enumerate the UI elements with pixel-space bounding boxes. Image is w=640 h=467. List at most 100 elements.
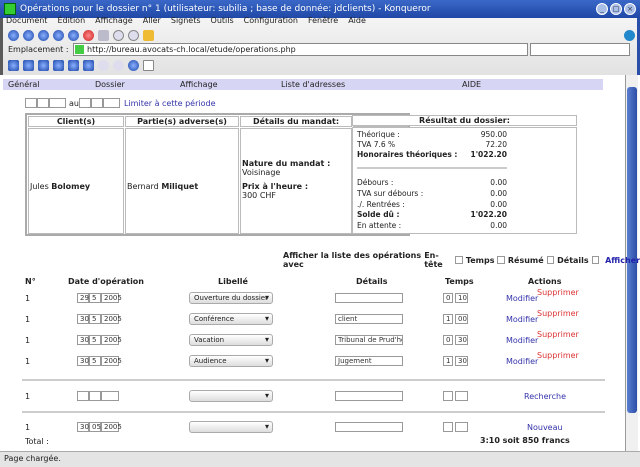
new-button[interactable]: Nouveau — [527, 423, 563, 432]
up-arrow-icon[interactable] — [23, 60, 34, 71]
first-page-icon[interactable] — [8, 60, 19, 71]
search-day-input[interactable] — [77, 391, 89, 401]
period-from-year[interactable] — [49, 98, 66, 108]
modify-link[interactable]: Modifier — [506, 336, 538, 345]
search-libelle-select[interactable] — [189, 390, 273, 402]
minutes-input[interactable]: 30 — [455, 335, 468, 345]
menu-aller[interactable]: Aller — [143, 16, 161, 25]
menu-signets[interactable]: Signets — [171, 16, 201, 25]
libelle-select[interactable]: Audience — [189, 355, 273, 367]
find-icon[interactable] — [98, 60, 109, 71]
maximize-button[interactable]: □ — [610, 3, 622, 15]
details-checkbox[interactable] — [591, 256, 600, 264]
rewind-icon[interactable] — [38, 60, 49, 71]
nav-general[interactable]: Général — [8, 79, 40, 90]
month-input[interactable]: 5 — [89, 335, 101, 345]
minimize-button[interactable]: _ — [596, 3, 608, 15]
menu-edition[interactable]: Édition — [57, 16, 85, 25]
print-icon[interactable] — [98, 30, 109, 41]
hours-input[interactable]: 1 — [443, 314, 453, 324]
delete-link[interactable]: Supprimer — [537, 309, 579, 318]
minutes-input[interactable]: 30 — [455, 356, 468, 366]
modify-link[interactable]: Modifier — [506, 357, 538, 366]
modify-link[interactable]: Modifier — [506, 294, 538, 303]
hours-input[interactable]: 0 — [443, 293, 453, 303]
stop-icon[interactable] — [83, 30, 94, 41]
close-button[interactable]: × — [624, 3, 636, 15]
next-icon[interactable] — [68, 60, 79, 71]
delete-link[interactable]: Supprimer — [537, 330, 579, 339]
details-input[interactable]: client — [335, 314, 403, 324]
new-libelle-select[interactable] — [189, 421, 273, 433]
libelle-select[interactable]: Vacation — [189, 334, 273, 346]
new-month-input[interactable]: 05 — [89, 422, 101, 432]
details-input[interactable] — [335, 293, 403, 303]
period-from-day[interactable] — [25, 98, 37, 108]
url-input[interactable]: http://bureau.avocats-ch.local/etude/ope… — [73, 43, 528, 56]
temps-checkbox[interactable] — [497, 256, 505, 264]
month-input[interactable]: 5 — [89, 356, 101, 366]
menu-outils[interactable]: Outils — [211, 16, 234, 25]
nav-affichage[interactable]: Affichage — [180, 79, 218, 90]
home-icon[interactable] — [53, 30, 64, 41]
details-input[interactable]: Jugement — [335, 356, 403, 366]
period-from-month[interactable] — [37, 98, 49, 108]
globe-icon[interactable] — [128, 60, 139, 71]
new-year-input[interactable]: 2005 — [101, 422, 122, 432]
zoom-in-icon[interactable] — [113, 30, 124, 41]
entete-checkbox[interactable] — [455, 256, 463, 264]
day-input[interactable]: 30 — [77, 356, 89, 366]
search-details-input[interactable] — [335, 391, 403, 401]
period-to-day[interactable] — [79, 98, 91, 108]
menu-document[interactable]: Document — [6, 16, 47, 25]
libelle-select[interactable]: Ouverture du dossier — [189, 292, 273, 304]
hours-input[interactable]: 1 — [443, 356, 453, 366]
resume-checkbox[interactable] — [546, 256, 555, 264]
period-to-year[interactable] — [103, 98, 120, 108]
menu-aide[interactable]: Aide — [348, 16, 366, 25]
afficher-button[interactable]: Afficher — [605, 256, 640, 265]
year-input[interactable]: 2005 — [101, 293, 122, 303]
search-hours-input[interactable] — [443, 391, 453, 401]
delete-link[interactable]: Supprimer — [537, 351, 579, 360]
minutes-input[interactable]: 10 — [455, 293, 468, 303]
modify-link[interactable]: Modifier — [506, 315, 538, 324]
document-icon[interactable] — [143, 60, 154, 71]
limit-period-link[interactable]: Limiter à cette période — [124, 99, 216, 108]
new-details-input[interactable] — [335, 422, 403, 432]
nav-liste-adresses[interactable]: Liste d'adresses — [281, 79, 345, 90]
nav-aide[interactable]: AIDE — [462, 79, 481, 90]
search-month-input[interactable] — [89, 391, 101, 401]
minutes-input[interactable]: 00 — [455, 314, 468, 324]
search-button[interactable]: Recherche — [524, 392, 566, 401]
libelle-select[interactable]: Conférence — [189, 313, 273, 325]
day-input[interactable]: 30 — [77, 314, 89, 324]
details-input[interactable]: Tribunal de Prud'homm — [335, 335, 403, 345]
new-minutes-input[interactable] — [455, 422, 468, 432]
forward-icon[interactable] — [23, 30, 34, 41]
year-input[interactable]: 2005 — [101, 314, 122, 324]
bookmark-icon[interactable] — [113, 60, 124, 71]
previous-icon[interactable] — [53, 60, 64, 71]
search-input[interactable] — [530, 43, 630, 56]
month-input[interactable]: 5 — [89, 293, 101, 303]
delete-link[interactable]: Supprimer — [537, 288, 579, 297]
menu-fenetre[interactable]: Fenêtre — [308, 16, 338, 25]
menu-affichage[interactable]: Affichage — [95, 16, 133, 25]
period-to-month[interactable] — [91, 98, 103, 108]
reload-icon[interactable] — [68, 30, 79, 41]
search-minutes-input[interactable] — [455, 391, 468, 401]
nav-dossier[interactable]: Dossier — [95, 79, 125, 90]
up-icon[interactable] — [38, 30, 49, 41]
new-hours-input[interactable] — [443, 422, 453, 432]
menu-configuration[interactable]: Configuration — [244, 16, 298, 25]
zoom-out-icon[interactable] — [128, 30, 139, 41]
year-input[interactable]: 2005 — [101, 356, 122, 366]
scrollbar-thumb[interactable] — [627, 87, 637, 413]
hours-input[interactable]: 0 — [443, 335, 453, 345]
day-input[interactable]: 29 — [77, 293, 89, 303]
month-input[interactable]: 5 — [89, 314, 101, 324]
search-year-input[interactable] — [101, 391, 119, 401]
year-input[interactable]: 2005 — [101, 335, 122, 345]
back-icon[interactable] — [8, 30, 19, 41]
